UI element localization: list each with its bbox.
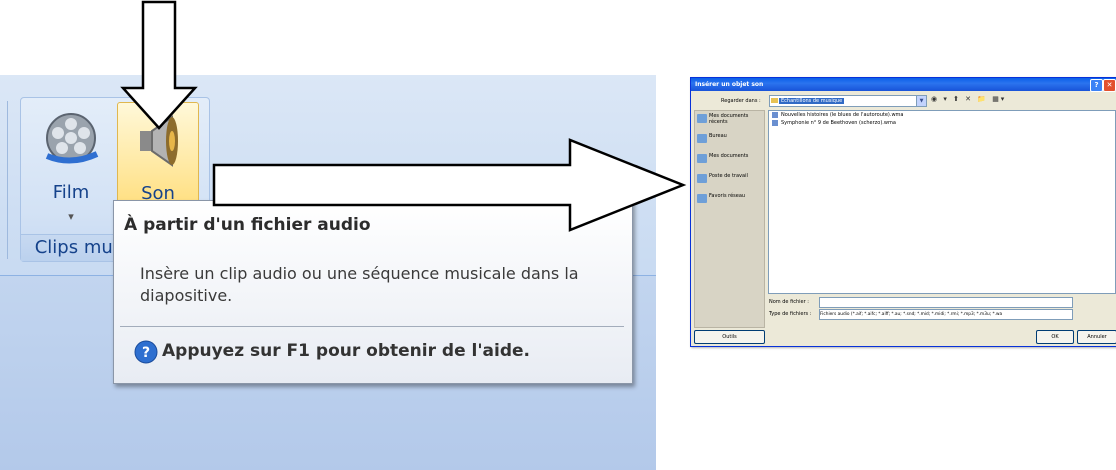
network-icon <box>697 194 707 203</box>
film-dropdown-caret[interactable]: ▾ <box>31 210 111 223</box>
look-in-value: Échantillons de musique <box>779 98 845 104</box>
file-list[interactable]: Nouvelles histoires (le blues de l'autor… <box>768 110 1116 294</box>
filename-label: Nom de fichier : <box>769 299 809 305</box>
ribbon-separator <box>7 101 8 259</box>
place-my-computer[interactable]: Poste de travail <box>695 173 764 191</box>
chevron-down-icon[interactable]: ▼ <box>916 96 926 106</box>
look-in-combo[interactable]: Échantillons de musique ▼ <box>769 95 927 107</box>
tooltip-description: Insère un clip audio ou une séquence mus… <box>140 264 579 305</box>
dialog-close-button[interactable]: ✕ <box>1103 79 1116 92</box>
filetype-combo[interactable]: Fichiers audio (*.aif; *.aifc; *.aiff; *… <box>819 309 1073 320</box>
tools-button[interactable]: Outils <box>694 330 765 344</box>
my-computer-icon <box>697 174 707 183</box>
dialog-toolbar-icons[interactable]: ◉ ▾ ⬆ ✕ 📁 ▦▾ <box>931 95 1116 106</box>
audio-file-icon <box>772 120 778 126</box>
tooltip-title: À partir d'un fichier audio <box>124 215 371 235</box>
look-in-label: Regarder dans : <box>721 98 761 104</box>
ok-button[interactable]: OK <box>1036 330 1074 344</box>
help-icon: ? <box>134 340 158 364</box>
folder-icon <box>771 98 778 103</box>
desktop-icon <box>697 134 707 143</box>
filename-input[interactable] <box>819 297 1073 308</box>
filetype-label: Type de fichiers : <box>769 311 812 317</box>
place-my-documents[interactable]: Mes documents <box>695 153 764 171</box>
dialog-title: Insérer un objet son <box>695 81 764 88</box>
tooltip-help-text: Appuyez sur F1 pour obtenir de l'aide. <box>162 341 530 361</box>
tooltip-divider <box>120 326 624 327</box>
list-item[interactable]: Nouvelles histoires (le blues de l'autor… <box>769 111 1115 119</box>
list-item[interactable]: Symphonie n° 9 de Beethoven (scherzo).wm… <box>769 119 1115 127</box>
place-recent-documents[interactable]: Mes documents récents <box>695 113 764 131</box>
svg-text:?: ? <box>142 345 150 361</box>
insert-sound-dialog: Insérer un objet son ? ✕ Regarder dans :… <box>690 77 1116 347</box>
dialog-titlebar: Insérer un objet son ? ✕ <box>691 78 1116 92</box>
cancel-button[interactable]: Annuler <box>1077 330 1116 344</box>
recent-documents-icon <box>697 114 707 123</box>
speaker-icon <box>140 115 178 167</box>
audio-file-icon <box>772 112 778 118</box>
screen-tip: À partir d'un fichier audio Insère un cl… <box>113 200 633 384</box>
dialog-help-button[interactable]: ? <box>1090 79 1103 92</box>
places-bar: Mes documents récents Bureau Mes documen… <box>694 110 765 328</box>
film-reel-icon <box>45 113 99 164</box>
place-network[interactable]: Favoris réseau <box>695 193 764 211</box>
place-desktop[interactable]: Bureau <box>695 133 764 151</box>
film-label: Film <box>52 182 90 203</box>
my-documents-icon <box>697 154 707 163</box>
film-button[interactable]: Film ▾ <box>31 102 111 232</box>
